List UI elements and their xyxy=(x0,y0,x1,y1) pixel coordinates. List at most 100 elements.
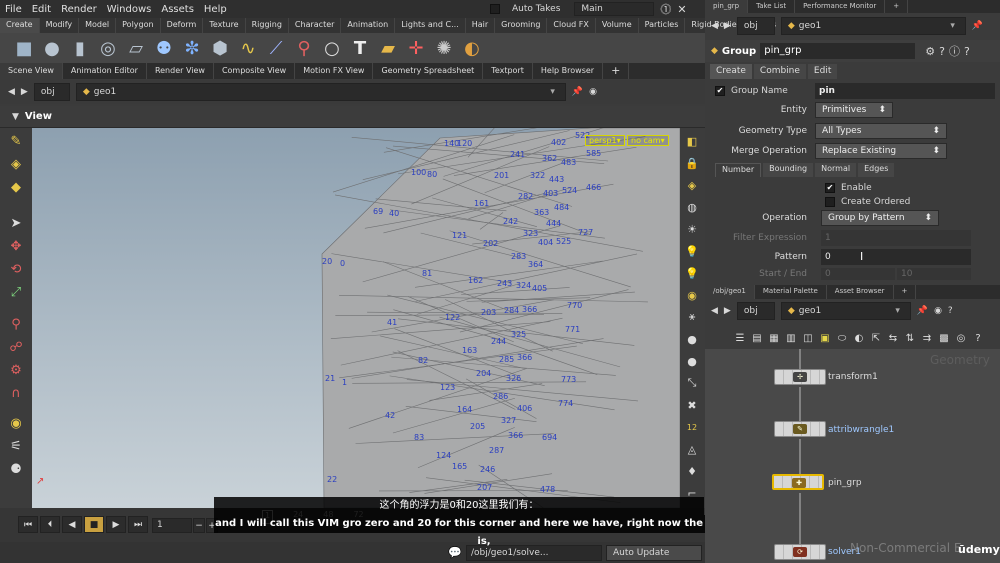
circle-tool-icon[interactable]: ○ xyxy=(320,36,344,60)
add-tab-icon[interactable]: + xyxy=(894,285,917,299)
light-bulb-2-icon[interactable]: 💡 xyxy=(683,264,701,282)
metaball-tool-icon[interactable]: ⚉ xyxy=(152,36,176,60)
add-tab-icon[interactable]: + xyxy=(603,63,630,79)
tab-geometry-spreadsheet[interactable]: Geometry Spreadsheet xyxy=(373,63,484,79)
add-tab-icon[interactable]: + xyxy=(885,0,909,13)
tab-asset-browser[interactable]: Asset Browser xyxy=(827,285,894,299)
layout-icon[interactable]: ▤ xyxy=(750,331,764,345)
uv-icon[interactable]: ⤡ xyxy=(683,374,701,392)
badge-12-icon[interactable]: 12 xyxy=(683,418,701,436)
vector-display-icon[interactable]: ✖ xyxy=(683,396,701,414)
tab-textport[interactable]: Textport xyxy=(483,63,533,79)
prim-display-icon[interactable]: ● xyxy=(683,352,701,370)
layout-h-icon[interactable]: ⇆ xyxy=(886,331,900,345)
zoom-icon[interactable]: ◎ xyxy=(954,331,968,345)
move-tool-icon[interactable]: ✥ xyxy=(6,236,26,256)
draw-curve-tool-icon[interactable]: ⟋ xyxy=(264,36,288,60)
box-tool-icon[interactable]: ■ xyxy=(12,36,36,60)
null-tool-icon[interactable]: ✛ xyxy=(404,36,428,60)
shape-icon[interactable]: ⬭ xyxy=(835,331,849,345)
snap-tool-icon[interactable]: ⚈ xyxy=(6,459,26,479)
pin-icon[interactable]: 📌 xyxy=(972,21,983,31)
frame-minus-button[interactable]: − xyxy=(193,518,205,533)
node-pin-grp[interactable]: ✚ xyxy=(772,474,824,490)
scale-tool-icon[interactable]: ⤢ xyxy=(6,282,26,302)
path-tool-icon[interactable]: ⚲ xyxy=(292,36,316,60)
menu-assets[interactable]: Assets xyxy=(156,4,199,15)
network-path-root[interactable]: obj xyxy=(736,302,775,320)
gear-icon[interactable]: ⚙ xyxy=(925,45,935,58)
group-name-checkbox[interactable]: ✔ xyxy=(715,86,725,96)
tab-help-browser[interactable]: Help Browser xyxy=(533,63,604,79)
shelf-tab-model[interactable]: Model xyxy=(79,18,117,33)
persp-menu[interactable]: persp1▾ xyxy=(585,135,625,146)
link-icon[interactable]: ◉ xyxy=(589,87,597,97)
tab-material-palette[interactable]: Material Palette xyxy=(755,285,827,299)
menu-help[interactable]: Help xyxy=(199,4,232,15)
l-system-tool-icon[interactable]: ✼ xyxy=(180,36,204,60)
tube-tool-icon[interactable]: ▮ xyxy=(68,36,92,60)
help-icon[interactable]: ? xyxy=(939,45,945,58)
align-icon[interactable]: ⇱ xyxy=(869,331,883,345)
node-solver1[interactable]: ⟳ xyxy=(774,544,826,560)
shelf-tab-character[interactable]: Character xyxy=(289,18,342,33)
shelf-tab-polygon[interactable]: Polygon xyxy=(116,18,161,33)
normals-icon[interactable]: ⚹ xyxy=(683,308,701,326)
help-icon[interactable]: ? xyxy=(948,306,953,316)
jump-start-icon[interactable]: ⏮ xyxy=(18,516,38,533)
path-node[interactable]: ◆ geo1 ▾ xyxy=(75,83,566,101)
close-icon[interactable]: ✕ xyxy=(677,3,686,16)
shelf-tab-texture[interactable]: Texture xyxy=(203,18,246,33)
subtab-number[interactable]: Number xyxy=(715,163,762,177)
tab-take-list[interactable]: Take List xyxy=(748,0,796,13)
shelf-tab-hair[interactable]: Hair xyxy=(466,18,496,33)
tab-scene-view[interactable]: Scene View xyxy=(0,63,63,79)
play-icon[interactable]: ▶ xyxy=(106,516,126,533)
group-name-field[interactable]: pin xyxy=(815,83,995,99)
subtab-edges[interactable]: Edges xyxy=(858,163,895,177)
file-tool-icon[interactable]: ▰ xyxy=(376,36,400,60)
drop-icon[interactable]: ♦ xyxy=(683,462,701,480)
sticky-note-icon[interactable]: ▣ xyxy=(818,331,832,345)
handle-tool-icon[interactable]: ⚲ xyxy=(6,314,26,334)
tab-composite-view[interactable]: Composite View xyxy=(214,63,296,79)
rotate-tool-icon[interactable]: ⟲ xyxy=(6,259,26,279)
play-reverse-icon[interactable]: ◀ xyxy=(62,516,82,533)
end-field[interactable]: 10 xyxy=(897,268,971,280)
layout-v-icon[interactable]: ⇅ xyxy=(903,331,917,345)
viewer-menu-icon[interactable]: ▼ xyxy=(12,112,19,122)
view-all-icon[interactable]: ▩ xyxy=(937,331,951,345)
subtab-normal[interactable]: Normal xyxy=(815,163,857,177)
back-arrow-icon[interactable]: ◀ xyxy=(711,306,718,316)
camera-tool-icon[interactable]: ◉ xyxy=(6,413,26,433)
group-name-toggle[interactable]: ✔ Group Name xyxy=(705,86,815,96)
auto-takes-checkbox[interactable] xyxy=(490,4,500,14)
dop-tool-icon[interactable]: ◐ xyxy=(460,36,484,60)
filter-expression-field[interactable]: 1 xyxy=(821,230,971,246)
secure-select-icon[interactable]: ◆ xyxy=(6,177,26,197)
shelf-tab-volume[interactable]: Volume xyxy=(596,18,639,33)
back-arrow-icon[interactable]: ◀ xyxy=(8,87,15,97)
tab-animation-editor[interactable]: Animation Editor xyxy=(63,63,147,79)
help-icon[interactable]: ⓵ xyxy=(660,1,671,17)
subtab-bounding[interactable]: Bounding xyxy=(763,163,814,177)
color-icon[interactable]: ◐ xyxy=(852,331,866,345)
tab-performance-monitor[interactable]: Performance Monitor xyxy=(795,0,886,13)
select-tool-icon[interactable]: ✎ xyxy=(6,131,26,151)
forward-arrow-icon[interactable]: ▶ xyxy=(724,306,731,316)
info-icon[interactable]: ⓘ xyxy=(949,43,960,59)
create-ordered-checkbox[interactable] xyxy=(825,197,835,207)
lock-icon[interactable]: 🔒 xyxy=(683,154,701,172)
select-mode-icon[interactable]: ◈ xyxy=(6,154,26,174)
menu-edit[interactable]: Edit xyxy=(27,4,56,15)
forward-arrow-icon[interactable]: ▶ xyxy=(21,87,28,97)
back-arrow-icon[interactable]: ◀ xyxy=(711,21,718,31)
shelf-tab-modify[interactable]: Modify xyxy=(40,18,80,33)
list-icon[interactable]: ☰ xyxy=(733,331,747,345)
link-icon[interactable]: ◉ xyxy=(934,306,942,316)
shelf-tab-deform[interactable]: Deform xyxy=(161,18,204,33)
sphere-tool-icon[interactable]: ● xyxy=(40,36,64,60)
current-frame-field[interactable]: 1 xyxy=(152,518,192,533)
menu-render[interactable]: Render xyxy=(56,4,102,15)
entity-menu[interactable]: Primitives ⬍ xyxy=(815,102,893,118)
